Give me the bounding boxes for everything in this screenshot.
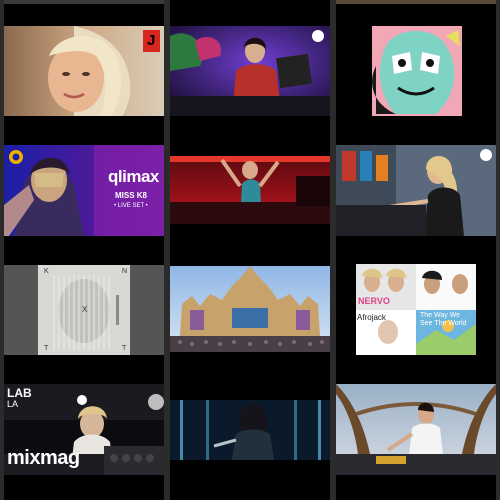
kntt-letter: N xyxy=(122,268,128,275)
thumbnail-image xyxy=(170,26,330,116)
thumbnail-dj-outdoor-booth[interactable] xyxy=(336,145,496,236)
thumbnail-eiffel-tower-set[interactable] xyxy=(336,384,496,475)
set-subtitle: • LIVE SET • xyxy=(114,203,148,209)
grid-column-1: J qlimax MISS K8 • LIVE SET • K N T T X … xyxy=(4,0,164,500)
thumbnail-album-collage[interactable]: NERVO Afrojack The Way We See The World xyxy=(336,264,496,355)
thumbnail-dark-blue-performer[interactable] xyxy=(170,400,330,460)
kntt-letter: T xyxy=(44,345,49,352)
mixmag-logo: mixmag xyxy=(7,447,80,469)
lab-city: LA xyxy=(7,399,19,409)
kntt-letter: K xyxy=(44,268,49,275)
grid-column-3: NERVO Afrojack The Way We See The World xyxy=(336,0,496,500)
thumbnail-image xyxy=(170,266,330,352)
thumbnail-image xyxy=(336,26,496,116)
thumbnail-image xyxy=(170,156,330,224)
thumbnail-mask-illustration[interactable] xyxy=(336,26,496,116)
grid-column-2 xyxy=(170,0,330,500)
collage-label-afrojack: Afrojack xyxy=(357,313,386,322)
thumbnail-blonde-portrait[interactable]: J xyxy=(4,26,164,116)
partial-thumbnail-top xyxy=(4,0,164,4)
video-thumbnail-grid: J qlimax MISS K8 • LIVE SET • K N T T X … xyxy=(0,0,500,500)
collage-label-the-way: The Way We See The World xyxy=(420,312,467,327)
thumbnail-image xyxy=(336,384,496,475)
thumbnail-mixmag-lab-la[interactable]: LAB LA mixmag xyxy=(4,384,164,475)
thumbnail-dj-red-stage[interactable] xyxy=(170,156,330,224)
collage-label-nervo: NERVO xyxy=(358,296,390,306)
thumbnail-kntt-blur-face[interactable]: K N T T X xyxy=(4,265,164,355)
partial-thumbnail-top xyxy=(336,0,496,4)
thumbnail-festival-castle-stage[interactable] xyxy=(170,266,330,352)
channel-badge: J xyxy=(147,32,156,49)
kntt-letter: X xyxy=(82,305,88,314)
qlimax-logo: qlimax xyxy=(108,167,159,186)
kntt-letter: T xyxy=(122,345,127,352)
thumbnail-image xyxy=(4,26,164,116)
thumbnail-image xyxy=(336,145,496,236)
thumbnail-image xyxy=(170,400,330,460)
thumbnail-image xyxy=(336,264,496,355)
lab-logo: LAB xyxy=(7,386,32,400)
performer-name: MISS K8 xyxy=(115,191,148,200)
thumbnail-dj-purple-stage[interactable] xyxy=(170,26,330,116)
thumbnail-qlimax-misskb[interactable]: qlimax MISS K8 • LIVE SET • xyxy=(4,145,164,236)
